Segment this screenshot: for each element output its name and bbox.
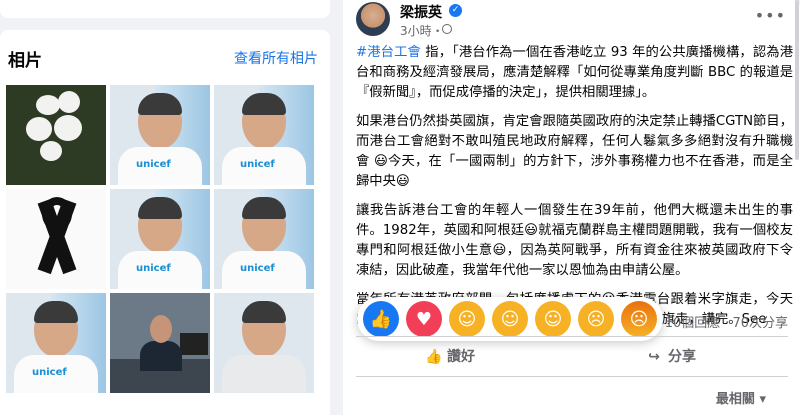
share-button[interactable]: ↪ 分享 (646, 346, 696, 366)
post-timestamp[interactable]: 3小時・ (400, 22, 444, 39)
photo-thumbnail[interactable]: unicef (6, 293, 106, 393)
photo-grid: unicef unicef unicef unicef unicef (6, 85, 314, 393)
verified-badge-icon: ✓ (449, 4, 462, 17)
post-stats: 10個回應 70次分享 (657, 312, 788, 331)
unicef-logo: unicef (32, 367, 67, 378)
angry-reaction-icon[interactable]: ☹ (621, 301, 657, 337)
photo-thumbnail[interactable] (6, 189, 106, 289)
comment-count[interactable]: 10個回應 (665, 316, 721, 331)
paragraph-text: 指，「港台作為一個在香港屹立 93 年的公共廣播機構，認為港台和商務及經濟發展局… (356, 45, 793, 100)
unicef-logo: unicef (240, 263, 275, 274)
photos-title: 相片 (8, 51, 42, 71)
reaction-picker: 👍 ♥ ☺ ☺ ☺ ☹ ☹ (357, 297, 663, 341)
globe-icon (442, 24, 452, 34)
unicef-logo: unicef (240, 159, 275, 170)
unicef-logo: unicef (136, 159, 171, 170)
love-reaction-icon[interactable]: ♥ (406, 301, 442, 337)
photo-thumbnail[interactable]: unicef (214, 189, 314, 289)
post-paragraph: #港台工會 指，「港台作為一個在香港屹立 93 年的公共廣播機構，認為港台和商務… (356, 43, 793, 103)
divider (356, 376, 788, 377)
photo-thumbnail[interactable] (6, 85, 106, 185)
thumbs-up-icon: 👍 (425, 349, 443, 365)
divider (356, 336, 788, 337)
like-reaction-icon[interactable]: 👍 (363, 301, 399, 337)
page-root: 相片 查看所有相片 unicef unicef unicef unicef un… (0, 0, 800, 415)
like-label: 讚好 (447, 349, 475, 365)
previous-card (0, 0, 330, 18)
share-count[interactable]: 70次分享 (732, 316, 788, 331)
photo-thumbnail[interactable]: unicef (110, 189, 210, 289)
comment-filter-dropdown[interactable]: 最相關 ▾ (716, 388, 766, 407)
hashtag-link[interactable]: #港台工會 (356, 45, 421, 60)
photo-thumbnail[interactable]: unicef (214, 85, 314, 185)
share-arrow-icon: ↪ (648, 349, 660, 365)
wow-reaction-icon[interactable]: ☺ (535, 301, 571, 337)
chevron-down-icon: ▾ (759, 392, 766, 407)
filter-label: 最相關 (715, 392, 755, 407)
author-name[interactable]: 梁振英 (400, 2, 442, 22)
haha-reaction-icon[interactable]: ☺ (492, 301, 528, 337)
more-options-icon[interactable]: ••• (755, 6, 786, 25)
author-avatar[interactable] (356, 2, 390, 36)
post-paragraph: 如果港台仍然掛英國旗，肯定會跟隨英國政府的決定禁止轉播CGTN節目，而港台工會絕… (356, 114, 793, 189)
post-paragraph: 讓我告訴港台工會的年輕人一個發生在39年前，他們大概還未出生的事件。1982年，… (356, 203, 793, 278)
photo-thumbnail[interactable] (214, 293, 314, 393)
photos-card: 相片 查看所有相片 unicef unicef unicef unicef un… (0, 30, 330, 415)
scrollbar[interactable] (795, 0, 799, 160)
see-all-photos-link[interactable]: 查看所有相片 (234, 48, 318, 68)
care-reaction-icon[interactable]: ☺ (449, 301, 485, 337)
post-body: #港台工會 指，「港台作為一個在香港屹立 93 年的公共廣播機構，認為港台和商務… (356, 43, 793, 339)
photo-thumbnail[interactable]: unicef (110, 85, 210, 185)
sad-reaction-icon[interactable]: ☹ (578, 301, 614, 337)
like-button[interactable]: 👍 讚好 (425, 346, 475, 366)
unicef-logo: unicef (136, 263, 171, 274)
photo-thumbnail[interactable] (110, 293, 210, 393)
share-label: 分享 (668, 349, 696, 365)
post-card: 梁振英 ✓ 3小時・ ••• #港台工會 指，「港台作為一個在香港屹立 93 年… (343, 0, 800, 415)
